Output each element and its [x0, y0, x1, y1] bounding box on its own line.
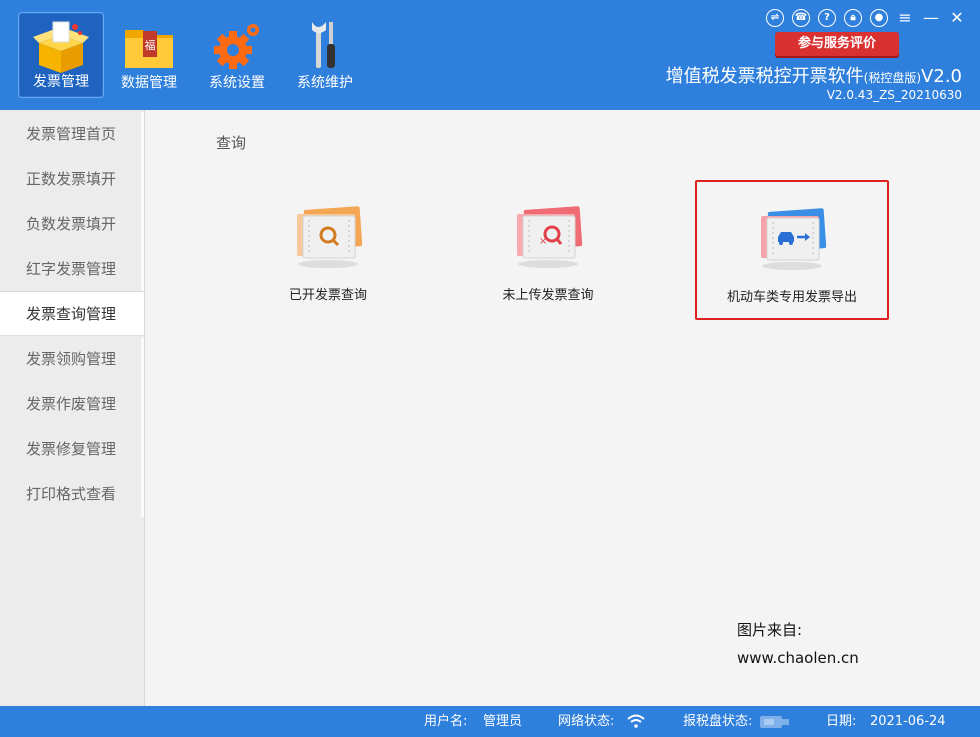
sidebar-item-home[interactable]: 发票管理首页	[0, 112, 144, 157]
date-label: 日期:	[826, 714, 857, 729]
sidebar-item-red-invoice[interactable]: 红字发票管理	[0, 247, 144, 292]
sidebar-item-invoice-query[interactable]: 发票查询管理	[0, 291, 144, 336]
sidebar-divider	[141, 112, 144, 157]
nav-system-maintenance[interactable]: 系统维护	[282, 12, 368, 98]
svg-text:×: ×	[539, 236, 547, 247]
window-controls: ⇌ ☎ ? 🔒︎ ● ≡ — ✕	[766, 8, 966, 28]
sidebar-divider	[141, 472, 144, 517]
top-toolbar: 发票管理 福 数据管理 系统设置 系统维护 ⇌ ☎ ? 🔒︎ ● ≡ — ✕ 参…	[0, 0, 980, 110]
issued-invoice-query-card[interactable]: 已开发票查询	[231, 180, 425, 320]
invoice-unuploaded-search-icon: ×	[517, 206, 583, 268]
usb-disk-icon	[760, 716, 789, 728]
lock-icon[interactable]: 🔒︎	[844, 9, 862, 27]
unuploaded-invoice-query-card[interactable]: × 未上传发票查询	[451, 180, 645, 320]
nav-label: 系统维护	[297, 75, 353, 91]
app-version: V2.0.43_ZS_20210630	[826, 88, 962, 102]
service-evaluation-button[interactable]: 参与服务评价	[775, 32, 899, 56]
menu-icon[interactable]: ≡	[896, 9, 914, 27]
user-value: 管理员	[483, 714, 523, 729]
sidebar-item-invoice-void[interactable]: 发票作废管理	[0, 382, 144, 427]
vehicle-invoice-export-card[interactable]: 机动车类专用发票导出	[695, 180, 889, 320]
card-label: 已开发票查询	[288, 288, 367, 303]
help-icon[interactable]: ?	[818, 9, 836, 27]
app-title-main: 增值税发票税控开票软件	[665, 66, 864, 87]
sidebar-item-invoice-repair[interactable]: 发票修复管理	[0, 427, 144, 472]
sidebar-divider	[141, 337, 144, 382]
vehicle-invoice-export-icon	[761, 208, 827, 270]
section-title: 查询	[216, 134, 247, 152]
nav-label: 数据管理	[121, 75, 177, 91]
app-title-edition: (税控盘版)	[863, 71, 922, 85]
nav-data-management[interactable]: 福 数据管理	[106, 12, 192, 98]
swap-icon[interactable]: ⇌	[766, 9, 784, 27]
sidebar-divider	[141, 247, 144, 292]
sidebar-divider	[141, 427, 144, 472]
minimize-icon[interactable]: —	[922, 9, 940, 27]
card-label: 机动车类专用发票导出	[726, 290, 857, 305]
sidebar-item-positive-invoice[interactable]: 正数发票填开	[0, 157, 144, 202]
close-icon[interactable]: ✕	[948, 9, 966, 27]
source-note: 图片来自: www.chaolen.cn	[737, 616, 859, 672]
sidebar-item-print-format[interactable]: 打印格式查看	[0, 472, 144, 517]
user-label: 用户名:	[424, 714, 468, 729]
wifi-icon	[627, 714, 645, 728]
sidebar-item-invoice-purchase[interactable]: 发票领购管理	[0, 337, 144, 382]
user-icon[interactable]: ●	[870, 9, 888, 27]
sidebar-divider	[141, 382, 144, 427]
svg-text:福: 福	[145, 38, 156, 52]
card-label: 未上传发票查询	[502, 288, 594, 303]
taxdisk-label: 报税盘状态:	[683, 714, 753, 729]
gear-icon	[214, 24, 259, 69]
nav-label: 发票管理	[33, 74, 89, 90]
date-value: 2021-06-24	[870, 714, 946, 729]
nav-label: 系统设置	[209, 75, 265, 91]
sidebar-divider	[141, 157, 144, 202]
tools-icon	[312, 22, 335, 68]
phone-icon[interactable]: ☎	[792, 9, 810, 27]
sidebar-divider	[141, 202, 144, 247]
main-content: 查询 已开发票查询 × 未上传发票查询 机动车类专用发票导出 图片来自: www…	[145, 110, 980, 706]
nav-system-settings[interactable]: 系统设置	[194, 12, 280, 98]
network-label: 网络状态:	[558, 714, 615, 729]
app-title: 增值税发票税控开票软件(税控盘版)V2.0	[666, 62, 962, 88]
source-url: www.chaolen.cn	[737, 649, 859, 667]
sidebar-item-negative-invoice[interactable]: 负数发票填开	[0, 202, 144, 247]
nav-invoice-management[interactable]: 发票管理	[18, 12, 104, 98]
sidebar: 发票管理首页 正数发票填开 负数发票填开 红字发票管理 发票查询管理 发票领购管…	[0, 110, 145, 706]
app-title-suffix: V2.0	[921, 66, 962, 87]
source-line: 图片来自:	[737, 621, 803, 639]
invoice-search-icon	[297, 206, 363, 268]
data-folder-icon: 福	[125, 30, 173, 68]
status-bar: 用户名: 管理员 网络状态: 报税盘状态: 日期: 2021-06-24	[0, 706, 980, 737]
invoice-box-icon	[33, 21, 89, 73]
